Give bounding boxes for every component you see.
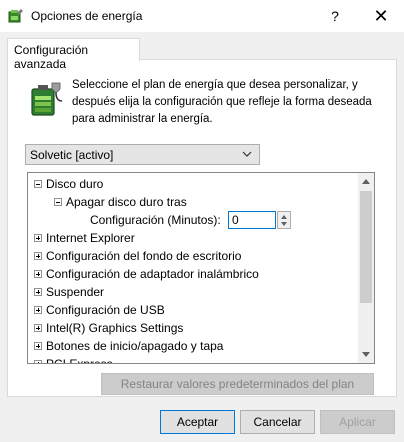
title-bar: Opciones de energía ? ✕ — [0, 0, 404, 32]
tab-label: Configuración avanzada — [14, 43, 89, 71]
expand-icon[interactable] — [34, 288, 42, 296]
settings-tree[interactable]: Disco duro Apagar disco duro tras Config… — [27, 172, 375, 364]
expand-icon[interactable] — [34, 360, 42, 363]
chevron-down-icon — [242, 151, 252, 157]
restore-defaults-button[interactable]: Restaurar valores predeterminados del pl… — [101, 373, 374, 395]
expand-icon[interactable] — [34, 270, 42, 278]
spin-up-icon[interactable] — [281, 215, 287, 219]
plan-dropdown-value: Solvetic [activo] — [30, 148, 114, 162]
window-title: Opciones de energía — [31, 9, 143, 23]
tree-item-setting: Configuración (Minutos): 0 — [90, 211, 310, 229]
apply-button[interactable]: Aplicar — [320, 410, 395, 434]
expand-icon[interactable] — [34, 306, 42, 314]
tree-scrollbar[interactable] — [358, 173, 374, 363]
cancel-button[interactable]: Cancelar — [240, 410, 315, 434]
minutes-input[interactable]: 0 — [228, 211, 276, 229]
expand-icon[interactable] — [34, 342, 42, 350]
collapse-icon[interactable] — [54, 198, 62, 206]
expand-icon[interactable] — [34, 324, 42, 332]
ok-button[interactable]: Aceptar — [160, 410, 235, 434]
battery-plug-icon — [31, 82, 63, 116]
close-button[interactable]: ✕ — [358, 0, 404, 32]
scrollbar-thumb[interactable] — [360, 191, 372, 303]
expand-icon[interactable] — [34, 234, 42, 242]
description-text: Seleccione el plan de energía que desea … — [72, 79, 372, 125]
scroll-up-icon[interactable] — [362, 179, 370, 184]
tab-advanced-settings[interactable]: Configuración avanzada — [7, 38, 140, 71]
collapse-icon[interactable] — [34, 180, 42, 188]
setting-label: Configuración (Minutos): — [90, 213, 221, 227]
expand-icon[interactable] — [34, 252, 42, 260]
plan-dropdown[interactable]: Solvetic [activo] — [25, 144, 260, 165]
spin-down-icon[interactable] — [281, 222, 287, 226]
power-options-icon — [8, 9, 23, 23]
help-button[interactable]: ? — [312, 0, 358, 32]
minutes-spinner[interactable] — [277, 211, 291, 229]
scroll-down-icon[interactable] — [362, 352, 370, 357]
